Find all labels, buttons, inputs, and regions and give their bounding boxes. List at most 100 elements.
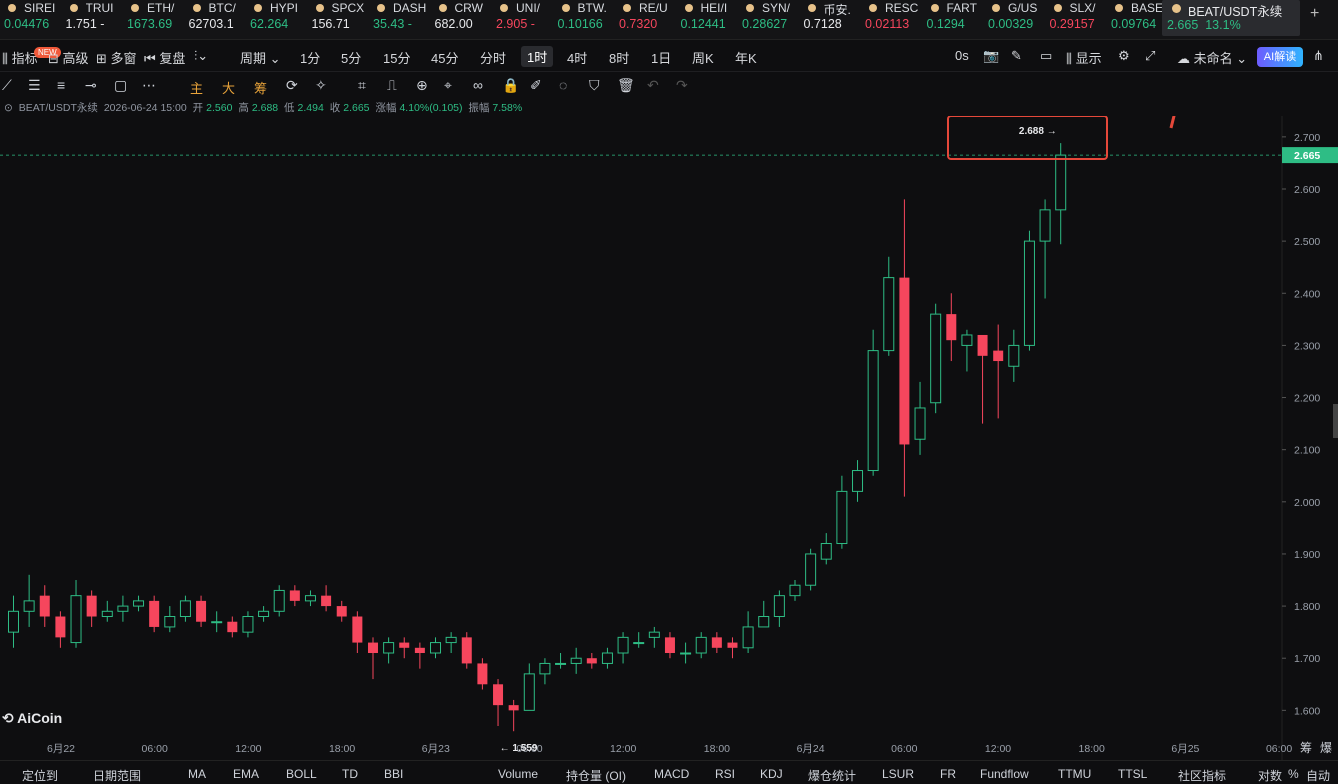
active-ticker[interactable]: BEAT/USDT永续 2.665 13.1% (1162, 0, 1300, 36)
layout-dropdown[interactable]: ☁ 未命名 ⌄ (1177, 48, 1247, 67)
indicator-tab[interactable]: TD (342, 767, 358, 781)
candle-body (383, 642, 395, 654)
period-4h[interactable]: 4时 (567, 48, 587, 67)
hline-tool-icon[interactable]: ⊸ (85, 77, 97, 94)
indicators-button[interactable]: ⫼ 指标 NEW (2, 47, 61, 67)
indicator-tab[interactable]: MACD (654, 767, 689, 781)
magnet-icon[interactable]: ⌖ (444, 77, 452, 94)
add-ticker-icon[interactable]: + (1310, 5, 1319, 23)
indicator-tab[interactable]: 定位到 (22, 767, 58, 784)
coin-icon (561, 4, 570, 12)
undo-icon[interactable]: ↶ (647, 77, 659, 94)
indicator-tab[interactable]: TTSL (1118, 767, 1147, 781)
main-chart-toggle[interactable]: 主 (190, 78, 203, 97)
display-button[interactable]: ⫼ 显示 (1066, 48, 1102, 67)
channel-tool-icon[interactable]: ≡ (57, 77, 65, 93)
indicator-tab[interactable]: 爆仓统计 (808, 767, 856, 784)
edit-icon[interactable]: ✐ (530, 77, 542, 94)
x-tick-label: 12:00 (610, 743, 636, 755)
share-icon[interactable]: ⋔ (1313, 48, 1324, 64)
indicator-tab[interactable]: 社区指标 (1178, 767, 1226, 784)
indicator-tab[interactable]: 日期范围 (93, 767, 141, 784)
redo-icon[interactable]: ↷ (676, 77, 688, 94)
line-tool-icon[interactable]: ⟋ (2, 77, 12, 94)
period-dropdown[interactable]: 周期 ⌄ (240, 48, 281, 67)
indicator-tab[interactable]: % (1288, 767, 1299, 781)
period-1h[interactable]: 1时 (521, 46, 554, 67)
indicator-tab[interactable]: MA (188, 767, 206, 781)
ai-interpret-button[interactable]: AI解读 (1257, 47, 1303, 67)
x-tick-label: 06:00 (891, 743, 917, 755)
sync-icon[interactable]: ⟳ (286, 77, 298, 94)
link-icon[interactable]: ∞ (473, 77, 483, 93)
x-tick-label: 6月22 (47, 743, 75, 755)
period-1m[interactable]: 1分 (300, 48, 320, 67)
indicator-tab[interactable]: 对数 (1258, 767, 1282, 784)
advanced-button[interactable]: ⊟ 高级 (48, 48, 89, 67)
liq-label[interactable]: 爆 (1320, 741, 1332, 755)
period-5m[interactable]: 5分 (341, 48, 361, 67)
indicator-tab[interactable]: BOLL (286, 767, 317, 781)
chip-label[interactable]: 筹 (1300, 741, 1312, 755)
timer-label[interactable]: 0s (955, 48, 969, 63)
ruler-icon[interactable]: ⎍ (387, 77, 397, 94)
indicator-tab[interactable]: TTMU (1058, 767, 1091, 781)
pen-icon[interactable]: ✎ (1011, 48, 1022, 64)
indicator-tab[interactable]: FR (940, 767, 956, 781)
candle-body (617, 636, 629, 654)
candle-body (352, 616, 363, 643)
camera-icon[interactable]: 📷 (983, 48, 999, 64)
filter-icon[interactable]: ⛉ (589, 77, 600, 94)
replay-button[interactable]: ⏮ 复盘 (144, 48, 185, 67)
candle-body (539, 662, 551, 675)
crop-icon[interactable]: ⌗ (358, 77, 366, 94)
indicator-tab[interactable]: KDJ (760, 767, 783, 781)
candle-body (196, 600, 207, 622)
settings-icon[interactable]: ⚙ (1118, 48, 1130, 64)
period-8h[interactable]: 8时 (609, 48, 629, 67)
candlestick-chart[interactable]: 1.600 1.700 1.800 1.900 2.000 2.100 2.200 2.300… (0, 116, 1338, 760)
y-tick-label: 2.100 (1294, 445, 1320, 457)
candle-body (304, 595, 316, 602)
multi-window-button[interactable]: ⊞ 多窗 (96, 48, 137, 67)
magic-icon[interactable]: ✧ (315, 77, 327, 94)
period-week[interactable]: 周K (692, 48, 714, 67)
indicator-tab[interactable]: Fundflow (980, 767, 1029, 781)
ticker-price: 0.28627 (742, 17, 788, 31)
ticker-price: 0.00329 (988, 17, 1034, 31)
period-1d[interactable]: 1日 (651, 48, 671, 67)
hide-icon[interactable]: ◌ (559, 77, 567, 93)
eye-icon[interactable]: ⊙ (4, 102, 13, 114)
indicator-tab[interactable]: 持仓量 (OI) (566, 767, 626, 784)
fullscreen-icon[interactable]: ⤢ (1145, 48, 1155, 64)
big-order-toggle[interactable]: 大 (222, 78, 235, 97)
period-45m[interactable]: 45分 (431, 48, 458, 67)
period-year[interactable]: 年K (735, 48, 757, 67)
candle-body (101, 610, 113, 618)
indicator-tab[interactable]: Volume (498, 767, 538, 781)
candle-body (211, 621, 223, 624)
lock-icon[interactable]: 🔒 (502, 77, 519, 94)
more-tools-icon[interactable]: ⋯ (142, 77, 156, 94)
panel-handle[interactable] (1333, 404, 1338, 438)
trash-icon[interactable]: 🗑 (617, 77, 635, 94)
window-icon[interactable]: ▭ (1040, 48, 1052, 64)
period-15m[interactable]: 15分 (383, 48, 410, 67)
high-price-label: 2.688 → (1019, 126, 1057, 137)
candle-body (586, 658, 597, 664)
indicator-tab[interactable]: EMA (233, 767, 259, 781)
zoom-icon[interactable]: ⊕ (416, 77, 428, 94)
candle-body (867, 350, 879, 472)
rect-tool-icon[interactable]: ▢ (114, 77, 127, 94)
period-timeline[interactable]: 分时 (480, 48, 506, 67)
y-tick-label: 2.000 (1294, 497, 1320, 509)
ticker-price: 62703.1 (188, 17, 234, 31)
x-tick-label: 06:00 (142, 743, 168, 755)
chart-type-icon[interactable]: ⫶⌄ (194, 48, 208, 64)
parallel-tool-icon[interactable]: ☰ (28, 77, 41, 94)
indicator-tab[interactable]: 自动 (1306, 767, 1330, 784)
indicator-tab[interactable]: LSUR (882, 767, 914, 781)
indicator-tab[interactable]: BBI (384, 767, 403, 781)
chip-toggle[interactable]: 筹 (254, 78, 267, 97)
indicator-tab[interactable]: RSI (715, 767, 735, 781)
